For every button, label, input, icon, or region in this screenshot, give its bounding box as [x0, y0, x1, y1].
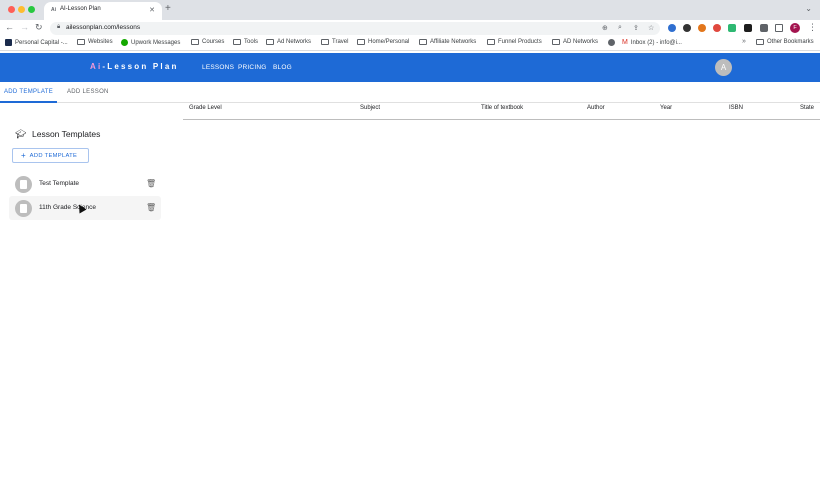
bookmark-folder[interactable]: Funnel Products [487, 39, 542, 45]
bookmark-folder[interactable]: Travel [321, 39, 348, 45]
folder-icon [419, 39, 427, 45]
tab-add-template[interactable]: ADD TEMPLATE [4, 89, 53, 95]
upwork-icon [121, 39, 128, 46]
lessons-table-header: Grade Level Subject Title of textbook Au… [183, 100, 820, 120]
zoom-icon[interactable]: ⌕ [618, 24, 622, 32]
bookmark-item[interactable]: Personal Capital -... [5, 39, 68, 46]
panel-title: Lesson Templates [32, 129, 101, 139]
bookmark-folder[interactable]: Courses [191, 39, 224, 45]
column-header[interactable]: ISBN [729, 105, 743, 111]
column-header[interactable]: Subject [360, 105, 380, 111]
column-header[interactable]: Author [587, 105, 605, 111]
more-bookmarks-icon[interactable]: » [742, 38, 746, 45]
folder-icon [357, 39, 365, 45]
share-icon[interactable]: ⇪ [633, 24, 639, 32]
column-header[interactable]: Year [660, 105, 672, 111]
nav-lessons[interactable]: LESSONS [202, 64, 234, 71]
profile-avatar[interactable]: F [790, 23, 800, 33]
folder-icon [233, 39, 241, 45]
column-header[interactable]: Title of textbook [481, 105, 523, 111]
puzzle-icon[interactable] [760, 24, 768, 32]
new-tab-icon[interactable]: + [165, 3, 171, 14]
template-list: Test Template 🗑︎ 11th Grade Science 🗑︎ [9, 172, 161, 220]
bookmark-favicon-icon [5, 39, 12, 46]
bookmark-star-icon[interactable]: ☆ [648, 24, 654, 32]
browser-toolbar: ← → ↻ 🔒︎ ailessonplan.com/lessons ⊕ ⌕ ⇪ … [0, 20, 820, 37]
tab-add-lesson[interactable]: ADD LESSON [67, 89, 109, 95]
bookmark-item[interactable]: Upwork Messages [121, 39, 180, 46]
extension-icon[interactable] [698, 24, 706, 32]
column-header[interactable]: Grade Level [189, 105, 222, 111]
folder-icon [552, 39, 560, 45]
bookmark-folder[interactable]: Tools [233, 39, 258, 45]
browser-tab[interactable]: Ai AI-Lesson Plan ✕ [44, 2, 162, 20]
template-name: Test Template [39, 180, 79, 187]
folder-icon [266, 39, 274, 45]
favicon-icon: Ai [51, 7, 56, 13]
extension-icon[interactable] [683, 24, 691, 32]
reload-icon[interactable]: ↻ [35, 22, 43, 33]
extension-icon[interactable] [728, 24, 736, 32]
plus-icon: + [21, 150, 26, 160]
close-window-button[interactable] [8, 6, 15, 13]
app-header: Ai-Lesson Plan LESSONS PRICING BLOG A [0, 53, 820, 82]
graduation-cap-icon: 🎓︎ [15, 129, 27, 139]
folder-icon [756, 39, 764, 45]
bookmark-item[interactable]: M Inbox (2) - info@i... [622, 39, 682, 46]
folder-icon [191, 39, 199, 45]
nav-pricing[interactable]: PRICING [238, 64, 267, 71]
back-icon[interactable]: ← [5, 22, 14, 32]
maximize-window-button[interactable] [28, 6, 35, 13]
globe-icon [608, 39, 615, 46]
add-template-button[interactable]: + ADD TEMPLATE [12, 148, 89, 163]
user-avatar[interactable]: A [715, 59, 732, 76]
extension-icon[interactable] [713, 24, 721, 32]
bookmark-folder[interactable]: Websites [77, 39, 113, 45]
delete-icon[interactable]: 🗑︎ [146, 203, 156, 212]
document-icon [15, 176, 32, 193]
gmail-icon: M [622, 39, 628, 46]
bookmark-item[interactable] [608, 39, 615, 46]
delete-icon[interactable]: 🗑︎ [146, 179, 156, 188]
folder-icon [77, 39, 85, 45]
other-bookmarks[interactable]: Other Bookmarks [756, 39, 814, 45]
extension-icon[interactable] [668, 24, 676, 32]
nav-blog[interactable]: BLOG [273, 64, 292, 71]
active-tab-indicator [0, 101, 57, 103]
browser-tabstrip: Ai AI-Lesson Plan ✕ + ⌄ [0, 0, 820, 20]
bookmark-folder[interactable]: Home/Personal [357, 39, 409, 45]
forward-icon[interactable]: → [20, 22, 29, 32]
lock-icon: 🔒︎ [57, 24, 61, 30]
bookmarks-bar: Personal Capital -... Websites Upwork Me… [0, 37, 820, 51]
tab-title: AI-Lesson Plan [60, 6, 101, 12]
url-text: ailessonplan.com/lessons [66, 24, 141, 31]
bookmark-folder[interactable]: Affiliate Networks [419, 39, 476, 45]
chevron-down-icon[interactable]: ⌄ [805, 4, 812, 13]
more-menu-icon[interactable]: ⋮ [808, 22, 817, 33]
folder-icon [321, 39, 329, 45]
template-name: 11th Grade Science [39, 204, 96, 211]
address-bar[interactable]: 🔒︎ ailessonplan.com/lessons ⊕ ⌕ ⇪ ☆ [50, 22, 660, 35]
template-item[interactable]: Test Template 🗑︎ [9, 172, 161, 196]
bookmark-folder[interactable]: Ad Networks [266, 39, 311, 45]
minimize-window-button[interactable] [18, 6, 25, 13]
close-tab-icon[interactable]: ✕ [149, 6, 155, 14]
add-template-label: ADD TEMPLATE [29, 152, 78, 159]
folder-icon [487, 39, 495, 45]
app-logo[interactable]: Ai-Lesson Plan [90, 62, 179, 71]
document-icon [15, 200, 32, 217]
sidebar-icon[interactable] [775, 24, 783, 32]
bookmark-folder[interactable]: AD Networks [552, 39, 598, 45]
extension-icon[interactable] [744, 24, 752, 32]
install-icon[interactable]: ⊕ [602, 24, 608, 32]
column-header[interactable]: State [800, 105, 814, 111]
